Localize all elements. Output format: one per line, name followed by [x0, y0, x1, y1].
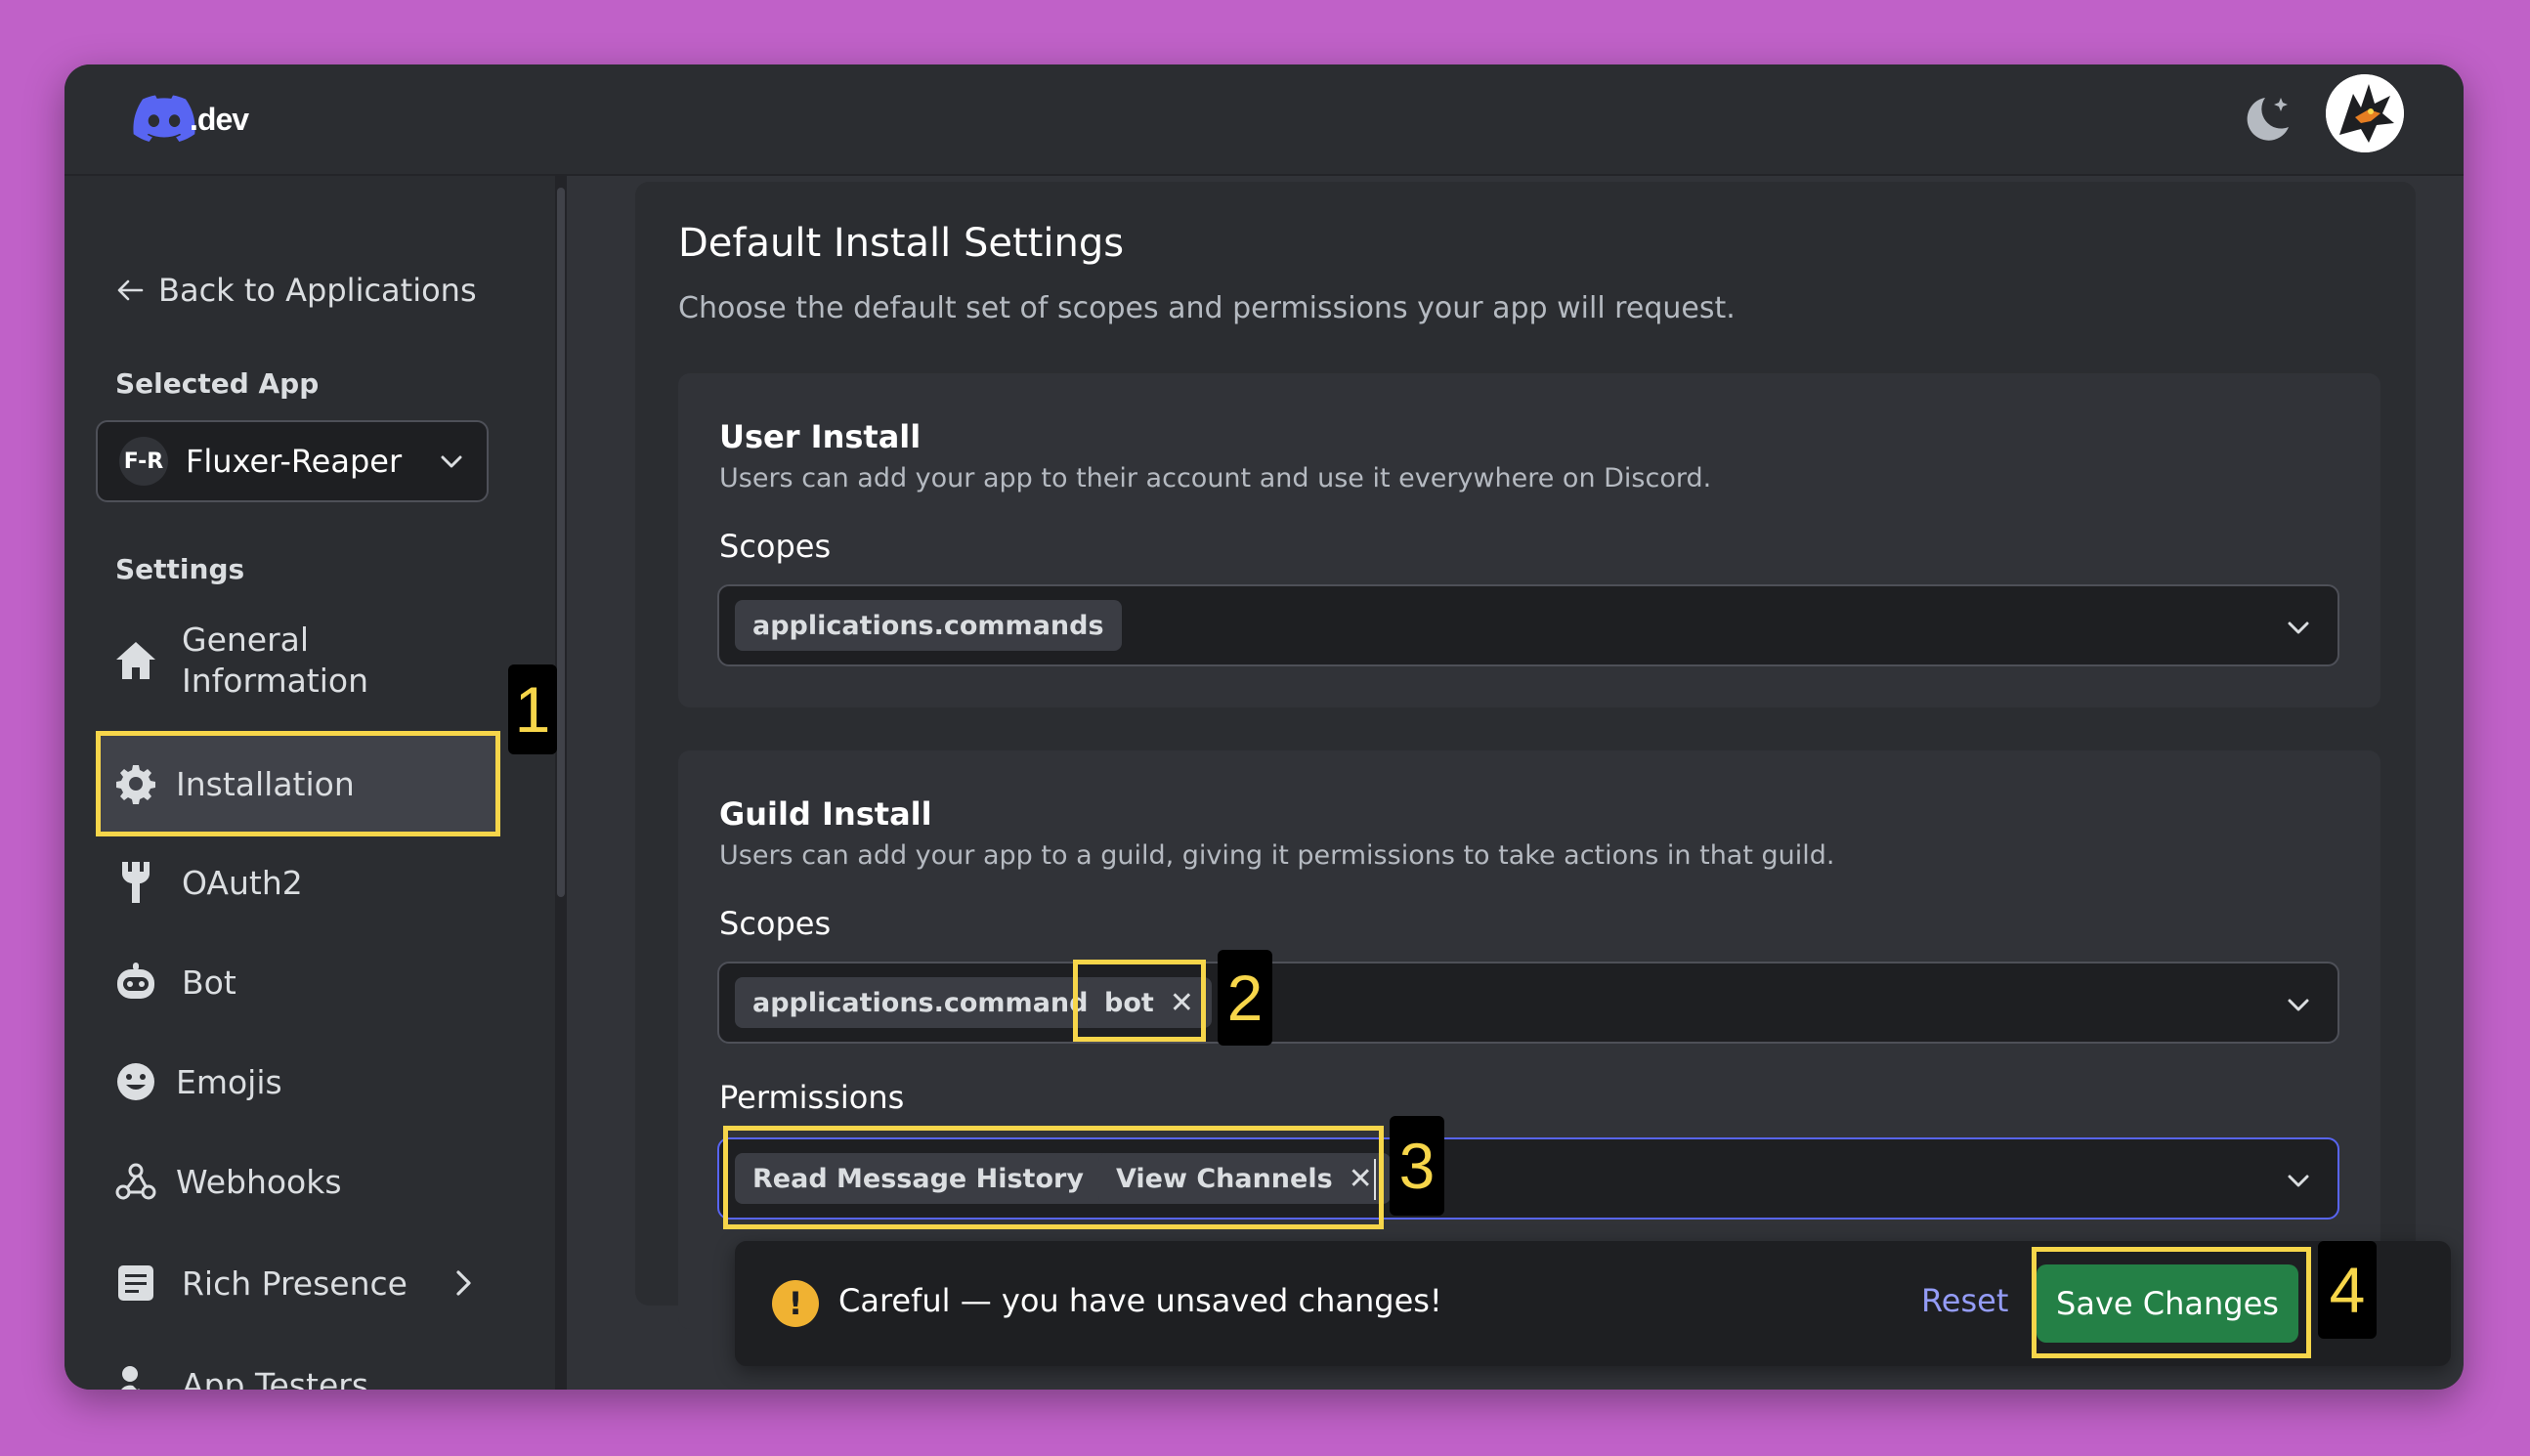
- moon-sparkle-icon[interactable]: [2236, 88, 2300, 152]
- app-name: Fluxer-Reaper: [186, 443, 403, 480]
- chevron-right-icon: [456, 1270, 471, 1296]
- arrow-left-icon: [117, 279, 144, 301]
- settings-label: Settings: [115, 553, 245, 585]
- guild-install-title: Guild Install: [719, 795, 932, 833]
- user-install-description: Users can add your app to their account …: [719, 463, 1712, 493]
- user-scopes-label: Scopes: [719, 528, 832, 565]
- sidebar-item-label: OAuth2: [182, 863, 303, 902]
- sidebar-item-label: App Testers: [182, 1365, 369, 1391]
- user-avatar[interactable]: [2326, 74, 2404, 152]
- document-icon: [111, 1259, 160, 1307]
- webhook-icon: [111, 1157, 160, 1206]
- highlight-save-button: [2032, 1247, 2311, 1358]
- sidebar-item-label: Webhooks: [176, 1162, 342, 1201]
- user-install-card: User Install Users can add your app to t…: [678, 373, 2380, 707]
- page-subtitle: Choose the default set of scopes and per…: [678, 291, 1736, 325]
- warning-icon: !: [772, 1280, 819, 1327]
- user-icon: [111, 1360, 160, 1390]
- highlight-installation: [96, 731, 500, 836]
- discord-dev-logo[interactable]: .dev: [133, 92, 249, 147]
- sidebar-item-label: Emojis: [176, 1062, 282, 1101]
- sidebar-item-emojis[interactable]: Emojis: [111, 1057, 282, 1106]
- sidebar-item-general-information[interactable]: General Information: [111, 620, 377, 702]
- app-initials-badge: F-R: [119, 437, 168, 486]
- reset-button[interactable]: Reset: [1921, 1282, 2008, 1319]
- highlight-permissions: [723, 1126, 1384, 1229]
- chevron-down-icon: [2288, 621, 2309, 634]
- sidebar-item-bot[interactable]: Bot: [111, 958, 236, 1006]
- app-window: .dev Back to Applications Selected App F…: [64, 64, 2464, 1390]
- chip-label: applications.commands: [752, 610, 1104, 641]
- user-scopes-select[interactable]: applications.commands: [717, 584, 2339, 666]
- sidebar-item-rich-presence[interactable]: Rich Presence: [111, 1259, 476, 1307]
- sidebar-item-webhooks[interactable]: Webhooks: [111, 1157, 342, 1206]
- scope-chip-applications-commands: applications.commands: [735, 977, 1122, 1028]
- guild-scopes-label: Scopes: [719, 905, 832, 942]
- back-to-applications-link[interactable]: Back to Applications: [115, 272, 477, 309]
- scope-chip-applications-commands: applications.commands: [735, 600, 1122, 651]
- back-label: Back to Applications: [158, 272, 477, 309]
- guild-install-description: Users can add your app to a guild, givin…: [719, 840, 1835, 871]
- bot-icon: [111, 958, 160, 1006]
- selected-app-label: Selected App: [115, 367, 320, 400]
- sidebar-item-app-testers[interactable]: App Testers: [111, 1360, 368, 1390]
- sidebar-item-label: Bot: [182, 963, 236, 1002]
- wrench-icon: [111, 858, 160, 907]
- sidebar-item-oauth2[interactable]: OAuth2: [111, 858, 303, 907]
- highlight-bot-scope: [1073, 960, 1206, 1042]
- unsaved-notice-text: Careful — you have unsaved changes!: [838, 1282, 1442, 1319]
- sidebar-scroll-thumb[interactable]: [557, 188, 565, 897]
- callout-number-4: 4: [2318, 1241, 2377, 1339]
- logo-text: .dev: [190, 101, 249, 137]
- user-install-title: User Install: [719, 418, 922, 455]
- emoji-icon: [111, 1057, 160, 1106]
- permissions-label: Permissions: [719, 1079, 905, 1116]
- sidebar-item-label: Rich Presence: [182, 1263, 407, 1303]
- home-icon: [111, 636, 160, 685]
- sidebar: Back to Applications Selected App F-R Fl…: [64, 176, 565, 1390]
- discord-logo-icon: [133, 95, 195, 142]
- guild-scopes-select[interactable]: applications.commands bot ✕: [717, 962, 2339, 1044]
- chevron-down-icon: [2288, 999, 2309, 1011]
- callout-number-2: 2: [1218, 950, 1272, 1046]
- page-title: Default Install Settings: [678, 221, 1125, 266]
- chevron-down-icon: [2288, 1175, 2309, 1187]
- chip-label: applications.commands: [752, 987, 1104, 1018]
- app-selector[interactable]: F-R Fluxer-Reaper: [96, 420, 489, 502]
- chevron-down-icon: [441, 455, 462, 468]
- callout-number-3: 3: [1390, 1116, 1444, 1216]
- top-bar: .dev: [64, 64, 2464, 176]
- sidebar-item-label: General Information: [182, 621, 369, 700]
- callout-number-1: 1: [508, 664, 557, 754]
- dragon-avatar-icon: [2326, 74, 2404, 152]
